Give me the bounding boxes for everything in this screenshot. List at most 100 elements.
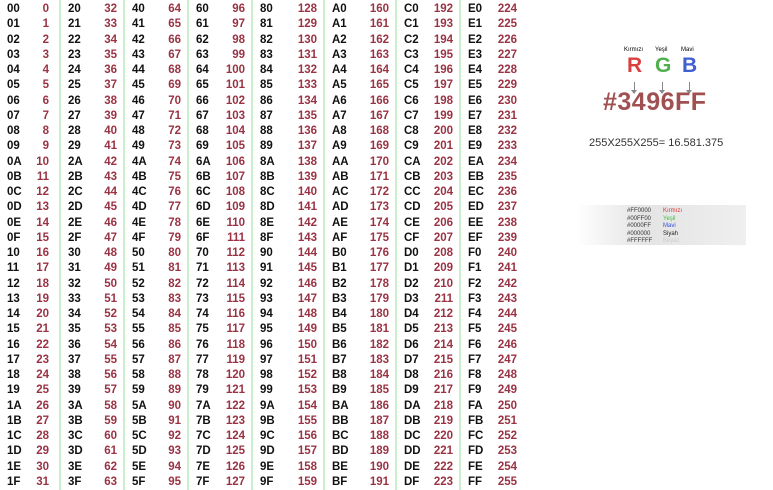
hex-value: 9B xyxy=(260,414,275,427)
hex-value: 69 xyxy=(196,140,209,153)
decimal-value: 180 xyxy=(369,308,389,320)
table-row: 10 16 xyxy=(0,246,59,261)
hex-value: 1C xyxy=(7,430,22,442)
hex-value: 80 xyxy=(260,3,273,15)
decimal-value: 191 xyxy=(369,475,389,488)
hex-value: 92 xyxy=(260,277,273,290)
hex-value: 5E xyxy=(132,460,147,473)
table-row: 34 52 xyxy=(61,307,123,322)
hex-value: 7F xyxy=(196,475,210,488)
hex-value: E1 xyxy=(468,18,483,31)
hex-value: 84 xyxy=(260,64,273,76)
decimal-value: 193 xyxy=(433,18,453,31)
decimal-value: 98 xyxy=(232,33,245,46)
hex-value: 77 xyxy=(196,353,209,366)
hex-value: C1 xyxy=(404,18,419,31)
decimal-value: 165 xyxy=(369,79,389,92)
table-row: 01 1 xyxy=(0,17,59,32)
decimal-value: 96 xyxy=(232,3,245,15)
decimal-value: 132 xyxy=(297,64,317,76)
decimal-value: 32 xyxy=(104,3,117,15)
table-row: C4 196 xyxy=(397,63,459,78)
hex-value: C4 xyxy=(404,64,419,76)
decimal-value: 18 xyxy=(36,277,49,290)
decimal-value: 43 xyxy=(104,170,117,183)
color-legend: #FF0000 Kırmızı #00FF00 Yeşil #0000FF Mavi #00… xyxy=(575,205,746,245)
hex-value: 0E xyxy=(7,216,22,229)
decimal-value: 243 xyxy=(497,292,517,305)
hex-value: 3C xyxy=(68,430,83,442)
table-row: E2 226 xyxy=(461,33,523,48)
hex-value: F5 xyxy=(468,323,482,336)
hex-value: 25 xyxy=(68,79,81,92)
decimal-value: 0 xyxy=(42,3,49,15)
table-row: 29 41 xyxy=(61,139,123,154)
hex-value: FF xyxy=(468,475,483,488)
table-row: D5 213 xyxy=(397,322,459,337)
table-row: A8 168 xyxy=(325,124,395,139)
table-row: D4 212 xyxy=(397,307,459,322)
decimal-value: 31 xyxy=(36,475,49,488)
table-row: 0F 15 xyxy=(0,231,59,246)
decimal-value: 179 xyxy=(369,292,389,305)
table-row: D1 209 xyxy=(397,261,459,276)
hex-value: EA xyxy=(468,155,484,168)
table-row: 3A 58 xyxy=(61,399,123,414)
table-row: 47 71 xyxy=(125,109,187,124)
hex-value: 58 xyxy=(132,369,145,381)
decimal-value: 143 xyxy=(297,231,317,244)
table-row: 8A 138 xyxy=(253,155,323,170)
table-row: D2 210 xyxy=(397,277,459,292)
decimal-value: 231 xyxy=(497,109,517,122)
table-row: 87 135 xyxy=(253,109,323,124)
hex-value: 49 xyxy=(132,140,145,153)
hex-value: B0 xyxy=(332,247,347,259)
hex-value: F9 xyxy=(468,384,482,397)
hex-value: 83 xyxy=(260,48,273,61)
hex-value: 2A xyxy=(68,155,83,168)
hex-value: 3F xyxy=(68,475,82,488)
decimal-value: 172 xyxy=(369,186,389,198)
table-row: C9 201 xyxy=(397,139,459,154)
decimal-value: 211 xyxy=(434,292,453,305)
decimal-value: 203 xyxy=(433,170,453,183)
table-column: E0 224 E1 225 E2 226 E3 227 E4 228 E5 229 E6 230 E7 231… xyxy=(459,0,523,490)
hex-value: 90 xyxy=(260,247,273,259)
table-row: 79 121 xyxy=(189,383,251,398)
table-row: 2D 45 xyxy=(61,200,123,215)
decimal-value: 190 xyxy=(369,460,389,473)
table-row: 70 112 xyxy=(189,246,251,261)
hex-value: 2E xyxy=(68,216,83,229)
table-row: 78 120 xyxy=(189,368,251,383)
decimal-value: 121 xyxy=(225,384,245,397)
decimal-value: 68 xyxy=(168,64,181,76)
decimal-value: 184 xyxy=(369,369,389,381)
hex-value: 68 xyxy=(196,125,209,137)
hex-value: AA xyxy=(332,155,349,168)
table-row: 27 39 xyxy=(61,109,123,124)
table-row: 8F 143 xyxy=(253,231,323,246)
hex-value: 1F xyxy=(7,475,21,488)
decimal-value: 16 xyxy=(36,247,49,259)
hex-value: AD xyxy=(332,201,349,214)
hex-value: 06 xyxy=(7,94,20,107)
hex-value: D0 xyxy=(404,247,419,259)
table-row: 5F 95 xyxy=(125,475,187,490)
decimal-value: 115 xyxy=(226,292,245,305)
decimal-value: 181 xyxy=(369,323,389,336)
decimal-value: 150 xyxy=(297,338,317,351)
decimal-value: 155 xyxy=(297,414,317,427)
hex-value: 9A xyxy=(260,399,275,412)
hex-value: C8 xyxy=(404,125,419,137)
hex-value: A5 xyxy=(332,79,347,92)
hex-value: 55 xyxy=(132,323,145,336)
decimal-value: 251 xyxy=(497,414,517,427)
hex-value: CA xyxy=(404,155,421,168)
decimal-value: 20 xyxy=(36,308,49,320)
hex-value: 8A xyxy=(260,155,275,168)
decimal-value: 206 xyxy=(433,216,453,229)
table-row: 83 131 xyxy=(253,48,323,63)
table-row: 37 55 xyxy=(61,353,123,368)
table-row: 91 145 xyxy=(253,261,323,276)
hex-value: 89 xyxy=(260,140,273,153)
